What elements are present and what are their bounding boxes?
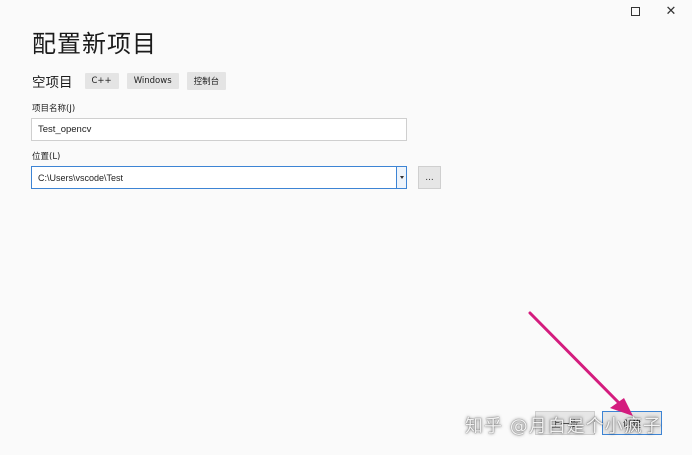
location-label: 位置(L) xyxy=(32,152,61,162)
tag-windows: Windows xyxy=(126,73,179,89)
template-summary: 空项目 C++ Windows 控制台 xyxy=(32,71,227,91)
annotation-arrow xyxy=(528,311,633,416)
window-controls: ✕ xyxy=(624,2,682,20)
close-icon: ✕ xyxy=(665,3,677,19)
close-button[interactable]: ✕ xyxy=(660,2,682,20)
location-value[interactable]: C:\Users\vscode\Test xyxy=(32,167,396,188)
browse-button[interactable]: ... xyxy=(418,166,441,189)
location-combobox[interactable]: C:\Users\vscode\Test xyxy=(31,166,407,189)
tag-console: 控制台 xyxy=(186,72,227,90)
tag-cpp: C++ xyxy=(84,73,119,89)
location-dropdown-button[interactable] xyxy=(396,167,406,188)
page-title: 配置新项目 xyxy=(32,30,157,58)
arrow-shaft xyxy=(528,311,624,408)
maximize-button[interactable] xyxy=(624,2,646,20)
project-name-input[interactable] xyxy=(31,118,407,141)
chevron-down-icon xyxy=(399,176,404,179)
maximize-icon xyxy=(630,6,640,16)
create-button[interactable]: 创建 xyxy=(602,411,662,435)
back-button[interactable]: 上一步 xyxy=(535,411,595,435)
project-name-label: 项目名称(J) xyxy=(32,104,76,114)
template-name: 空项目 xyxy=(32,75,73,91)
